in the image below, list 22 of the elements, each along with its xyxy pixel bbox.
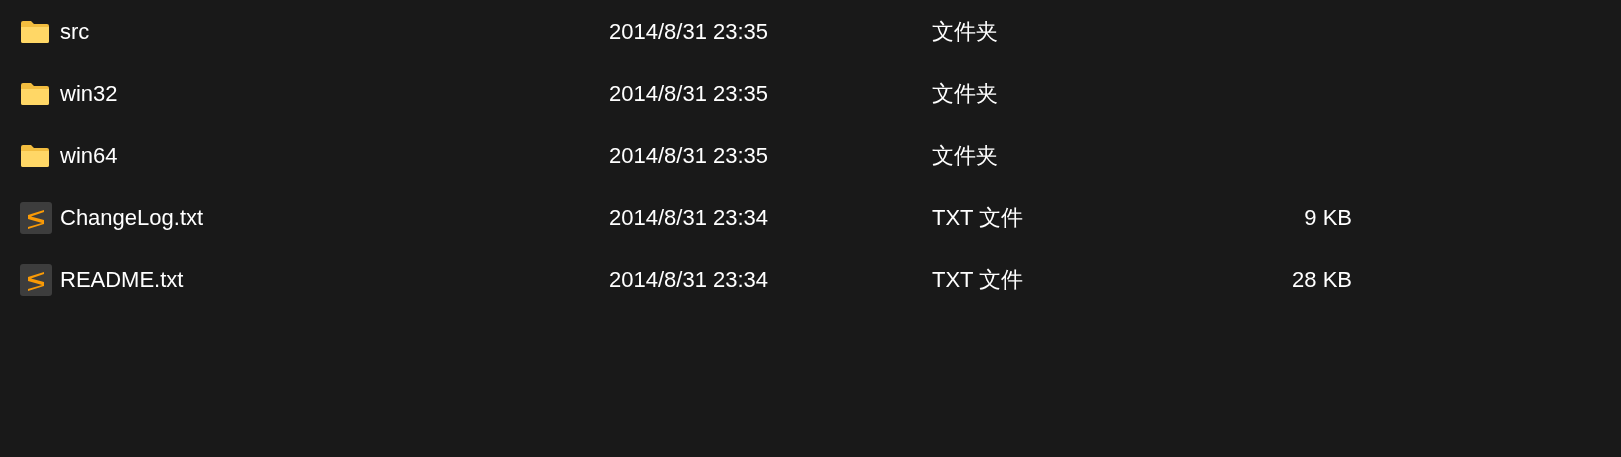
file-type: 文件夹	[932, 80, 998, 108]
file-size: 28 KB	[1292, 267, 1352, 293]
modified-date: 2014/8/31 23:35	[609, 143, 769, 169]
modified-date: 2014/8/31 23:35	[609, 19, 769, 45]
file-name[interactable]: src	[60, 19, 90, 45]
folder-icon	[20, 20, 50, 44]
text-file-icon	[20, 264, 52, 296]
file-type: 文件夹	[932, 18, 998, 46]
file-type: TXT 文件	[932, 204, 1024, 232]
file-name[interactable]: win32	[60, 81, 118, 107]
text-file-icon	[20, 202, 52, 234]
file-name[interactable]: README.txt	[60, 267, 184, 293]
folder-icon	[20, 144, 50, 168]
modified-date: 2014/8/31 23:34	[609, 267, 769, 293]
file-name[interactable]: win64	[60, 143, 118, 169]
modified-date: 2014/8/31 23:34	[609, 205, 769, 231]
file-name[interactable]: ChangeLog.txt	[60, 205, 204, 231]
file-type: 文件夹	[932, 142, 998, 170]
file-type: TXT 文件	[932, 266, 1024, 294]
file-size: 9 KB	[1304, 205, 1352, 231]
modified-date: 2014/8/31 23:35	[609, 81, 769, 107]
folder-icon	[20, 82, 50, 106]
